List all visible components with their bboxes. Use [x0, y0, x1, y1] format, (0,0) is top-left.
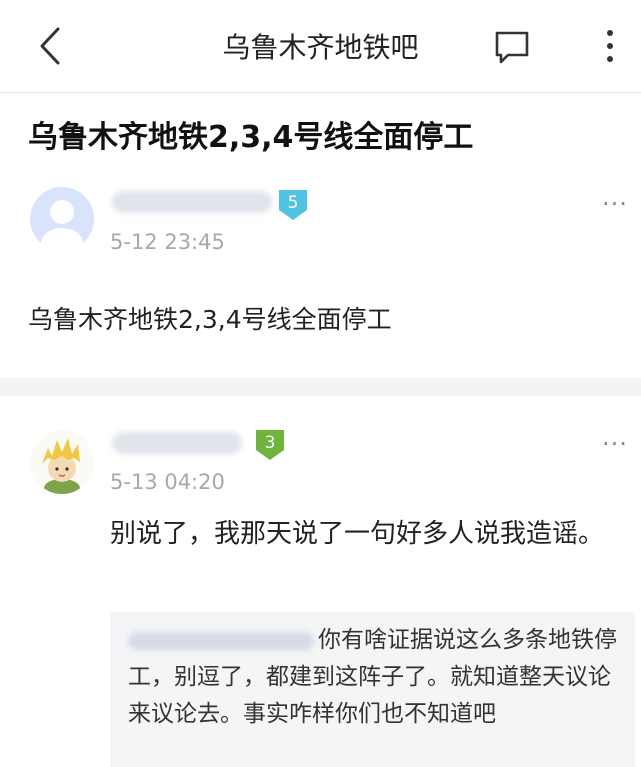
reply-more-button[interactable]: ··· [602, 430, 628, 458]
level-number: 5 [287, 193, 299, 213]
top-bar: 乌鲁木齐地铁吧 [0, 0, 641, 93]
quoted-reply[interactable]: 你有啥证据说这么多条地铁停工，别逗了，都建到这阵子了。就知道整天议论来议论去。事… [110, 612, 635, 767]
reply-content: 别说了，我那天说了一句好多人说我造谣。 [110, 519, 605, 549]
divider [0, 378, 641, 396]
avatar[interactable] [30, 187, 94, 251]
reply-timestamp: 5-13 04:20 [110, 470, 225, 494]
username-redacted[interactable] [112, 432, 242, 454]
post-title: 乌鲁木齐地铁2,3,4号线全面停工 [28, 120, 474, 155]
level-badge: 3 [254, 430, 286, 460]
username-redacted[interactable] [112, 191, 272, 213]
level-badge: 5 [277, 190, 309, 220]
quoted-username-redacted[interactable] [128, 631, 314, 650]
page-title: 乌鲁木齐地铁吧 [222, 31, 419, 64]
post-content: 乌鲁木齐地铁2,3,4号线全面停工 [28, 305, 392, 334]
avatar[interactable] [30, 430, 94, 494]
post-more-button[interactable]: ··· [602, 190, 628, 218]
more-button[interactable] [600, 26, 620, 66]
default-avatar-icon [41, 200, 83, 251]
chat-bubble-icon [495, 31, 529, 64]
post-timestamp: 5-12 23:45 [110, 230, 225, 254]
more-vertical-icon [607, 30, 613, 62]
chat-button[interactable] [494, 30, 530, 64]
quote-body: 你有啥证据说这么多条地铁停工，别逗了，都建到这阵子了。就知道整天议论来议论去。事… [128, 622, 623, 733]
anime-avatar-icon [42, 438, 80, 494]
level-number: 3 [264, 433, 276, 453]
